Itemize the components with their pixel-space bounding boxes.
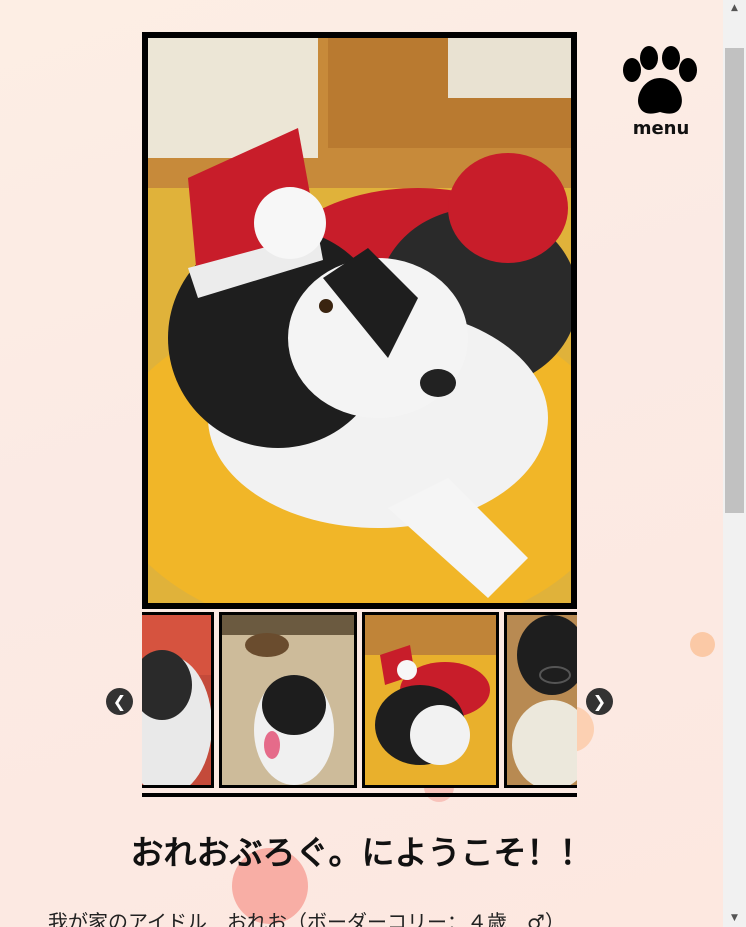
menu-label: menu: [632, 118, 690, 139]
scrollbar-thumb[interactable]: [725, 48, 744, 513]
thumbnail[interactable]: [362, 612, 499, 788]
page: menu ❮ ❯ おれおぶろぐ。にようこそ！！ 我が家のアイドル おれお（ボーダ…: [0, 0, 723, 927]
chevron-left-icon: ❮: [112, 692, 127, 711]
chevron-right-icon: ❯: [592, 692, 607, 711]
thumbnail-strip: [142, 612, 577, 797]
main-photo: [142, 32, 577, 609]
page-title: おれおぶろぐ。にようこそ！！: [130, 833, 593, 872]
thumbnail[interactable]: [504, 612, 577, 788]
thumbnail[interactable]: [219, 612, 357, 788]
prev-thumbnail-button[interactable]: ❮: [106, 688, 133, 715]
decorative-bubble: [690, 632, 715, 657]
intro-text: 我が家のアイドル おれお（ボーダーコリー：４歳 ♂）: [48, 910, 565, 927]
dog-with-glasses-photo: [507, 615, 577, 785]
scroll-down-button[interactable]: ▼: [723, 910, 746, 927]
menu-button[interactable]: menu: [619, 46, 703, 142]
scroll-up-button[interactable]: ▲: [723, 0, 746, 17]
vertical-scrollbar[interactable]: ▲ ▼: [723, 0, 746, 927]
dog-in-santa-hat-illustration: [148, 38, 571, 603]
dog-with-autumn-leaves-photo: [142, 615, 211, 785]
next-thumbnail-button[interactable]: ❯: [586, 688, 613, 715]
thumbnail[interactable]: [142, 612, 214, 788]
paw-icon: [623, 46, 697, 114]
dog-in-santa-hat-photo: [365, 615, 496, 785]
dog-with-deer-photo: [222, 615, 354, 785]
